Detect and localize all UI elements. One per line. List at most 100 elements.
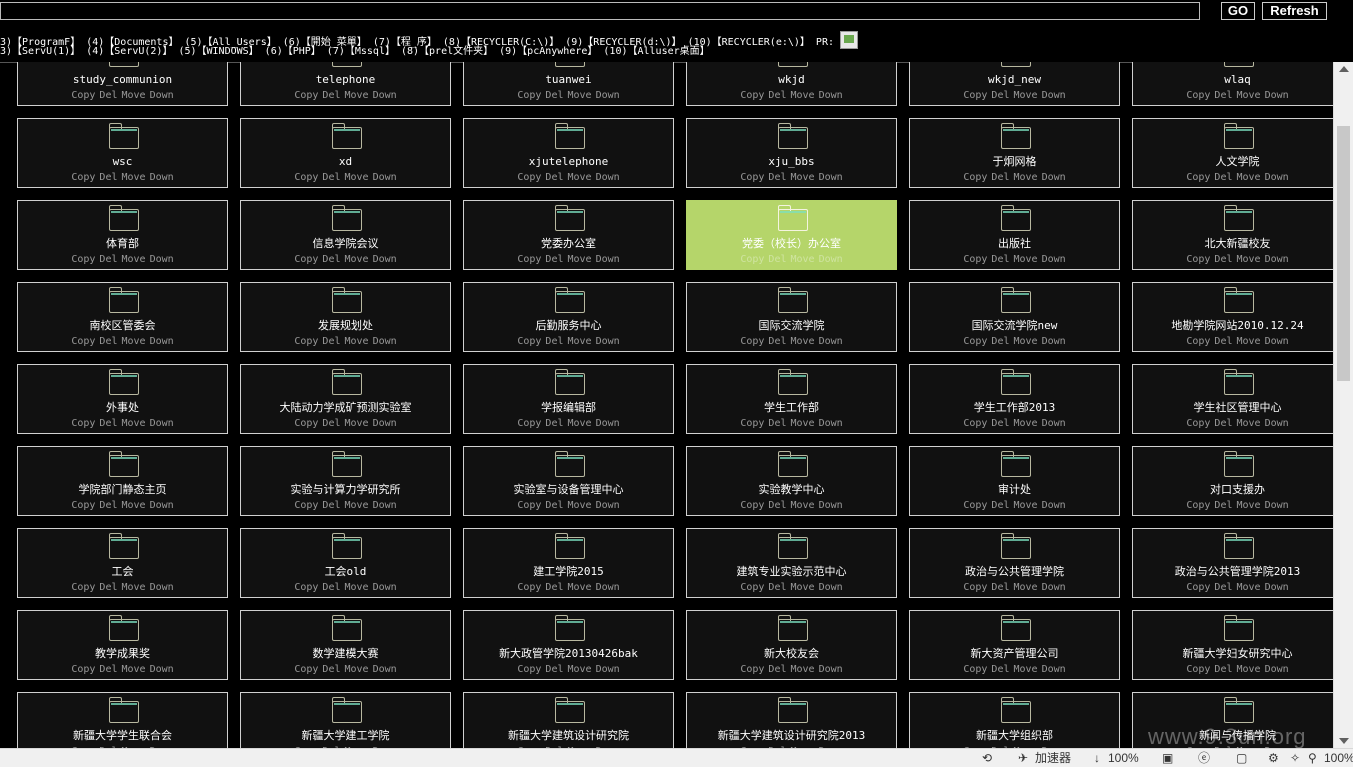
folder-icon[interactable] — [109, 533, 139, 559]
del-link[interactable]: Del — [1214, 664, 1232, 675]
folder-name[interactable]: 外事处 — [18, 401, 227, 415]
folder-icon[interactable] — [109, 697, 139, 723]
copy-link[interactable]: Copy — [740, 172, 764, 183]
folder-tile[interactable]: 教学成果奖 Copy Del Move Down — [17, 610, 228, 680]
folder-icon[interactable] — [1001, 62, 1031, 67]
down-link[interactable]: Down — [373, 418, 397, 429]
del-link[interactable]: Del — [322, 582, 340, 593]
folder-name[interactable]: 北大新疆校友 — [1133, 237, 1333, 251]
del-link[interactable]: Del — [768, 336, 786, 347]
copy-link[interactable]: Copy — [1186, 336, 1210, 347]
folder-name[interactable]: 实验教学中心 — [687, 483, 896, 497]
back-history-icon[interactable]: ⟲ — [982, 751, 992, 766]
down-link[interactable]: Down — [373, 500, 397, 511]
shortcut-link[interactable]: 3)【ServU(1)】 — [0, 46, 80, 57]
folder-name[interactable]: 新疆大学建筑设计研究院 — [464, 729, 673, 743]
down-link[interactable]: Down — [596, 90, 620, 101]
folder-name[interactable]: 新疆大学学生联合会 — [18, 729, 227, 743]
move-link[interactable]: Move — [1236, 336, 1260, 347]
move-link[interactable]: Move — [567, 664, 591, 675]
del-link[interactable]: Del — [545, 172, 563, 183]
move-link[interactable]: Move — [344, 582, 368, 593]
down-link[interactable]: Down — [1042, 254, 1066, 265]
move-link[interactable]: Move — [1236, 582, 1260, 593]
move-link[interactable]: Move — [567, 500, 591, 511]
copy-link[interactable]: Copy — [517, 90, 541, 101]
download-icon[interactable]: ↓ — [1094, 751, 1100, 766]
move-link[interactable]: Move — [790, 336, 814, 347]
copy-link[interactable]: Copy — [963, 664, 987, 675]
folder-tile[interactable]: 新大资产管理公司 Copy Del Move Down — [909, 610, 1120, 680]
copy-link[interactable]: Copy — [740, 500, 764, 511]
folder-tile[interactable]: telephone Copy Del Move Down — [240, 62, 451, 106]
folder-tile[interactable]: xd Copy Del Move Down — [240, 118, 451, 188]
folder-name[interactable]: 新疆大学建筑设计研究院2013 — [687, 729, 896, 743]
folder-icon[interactable] — [332, 62, 362, 67]
folder-tile[interactable]: 对口支援办 Copy Del Move Down — [1132, 446, 1333, 516]
copy-link[interactable]: Copy — [740, 418, 764, 429]
accelerator-label[interactable]: 加速器 — [1035, 751, 1071, 766]
move-link[interactable]: Move — [1013, 336, 1037, 347]
folder-tile[interactable]: 实验与计算力学研究所 Copy Del Move Down — [240, 446, 451, 516]
folder-icon[interactable] — [778, 123, 808, 149]
del-link[interactable]: Del — [545, 336, 563, 347]
del-link[interactable]: Del — [545, 500, 563, 511]
down-link[interactable]: Down — [596, 336, 620, 347]
del-link[interactable]: Del — [1214, 254, 1232, 265]
folder-icon[interactable] — [109, 123, 139, 149]
shortcut-link[interactable]: (9)【pcAnywhere】 — [499, 46, 597, 57]
shortcut-link[interactable]: (7)【Mssql】 — [327, 46, 395, 57]
copy-link[interactable]: Copy — [963, 582, 987, 593]
move-link[interactable]: Move — [790, 664, 814, 675]
down-link[interactable]: Down — [150, 664, 174, 675]
folder-name[interactable]: 对口支援办 — [1133, 483, 1333, 497]
folder-name[interactable]: 人文学院 — [1133, 155, 1333, 169]
del-link[interactable]: Del — [545, 90, 563, 101]
down-link[interactable]: Down — [150, 582, 174, 593]
copy-link[interactable]: Copy — [71, 90, 95, 101]
del-link[interactable]: Del — [991, 582, 1009, 593]
copy-link[interactable]: Copy — [740, 336, 764, 347]
shortcut-link[interactable]: (8)【prel文件夹】 — [401, 46, 493, 57]
del-link[interactable]: Del — [545, 418, 563, 429]
move-link[interactable]: Move — [790, 172, 814, 183]
folder-name[interactable]: 工会 — [18, 565, 227, 579]
move-link[interactable]: Move — [1236, 254, 1260, 265]
del-link[interactable]: Del — [768, 90, 786, 101]
folder-tile[interactable]: 党委办公室 Copy Del Move Down — [463, 200, 674, 270]
del-link[interactable]: Del — [99, 500, 117, 511]
folder-icon[interactable] — [109, 451, 139, 477]
scroll-thumb[interactable] — [1337, 126, 1350, 381]
folder-tile[interactable]: 发展规划处 Copy Del Move Down — [240, 282, 451, 352]
copy-link[interactable]: Copy — [71, 336, 95, 347]
shortcut-link[interactable]: (5)【WINDOWS】 — [178, 46, 258, 57]
copy-link[interactable]: Copy — [294, 418, 318, 429]
move-link[interactable]: Move — [344, 500, 368, 511]
folder-icon[interactable] — [109, 369, 139, 395]
folder-tile[interactable]: 工会old Copy Del Move Down — [240, 528, 451, 598]
folder-tile[interactable]: 学生工作部2013 Copy Del Move Down — [909, 364, 1120, 434]
del-link[interactable]: Del — [991, 90, 1009, 101]
folder-icon[interactable] — [109, 205, 139, 231]
del-link[interactable]: Del — [322, 664, 340, 675]
down-link[interactable]: Down — [373, 90, 397, 101]
copy-link[interactable]: Copy — [963, 418, 987, 429]
del-link[interactable]: Del — [768, 254, 786, 265]
folder-name[interactable]: tuanwei — [464, 73, 673, 87]
down-link[interactable]: Down — [819, 254, 843, 265]
folder-icon[interactable] — [332, 123, 362, 149]
folder-tile[interactable]: 建筑专业实验示范中心 Copy Del Move Down — [686, 528, 897, 598]
folder-tile[interactable]: xjutelephone Copy Del Move Down — [463, 118, 674, 188]
move-link[interactable]: Move — [567, 90, 591, 101]
folder-tile[interactable]: 政治与公共管理学院2013 Copy Del Move Down — [1132, 528, 1333, 598]
down-link[interactable]: Down — [819, 90, 843, 101]
folder-tile[interactable]: 信息学院会议 Copy Del Move Down — [240, 200, 451, 270]
folder-tile[interactable]: study_communion Copy Del Move Down — [17, 62, 228, 106]
move-link[interactable]: Move — [344, 418, 368, 429]
folder-name[interactable]: 出版社 — [910, 237, 1119, 251]
folder-icon[interactable] — [1224, 287, 1254, 313]
folder-icon[interactable] — [332, 287, 362, 313]
folder-name[interactable]: 工会old — [241, 565, 450, 579]
folder-tile[interactable]: 新疆大学学生联合会CopyDelMoveDown — [17, 692, 228, 748]
folder-icon[interactable] — [109, 62, 139, 67]
